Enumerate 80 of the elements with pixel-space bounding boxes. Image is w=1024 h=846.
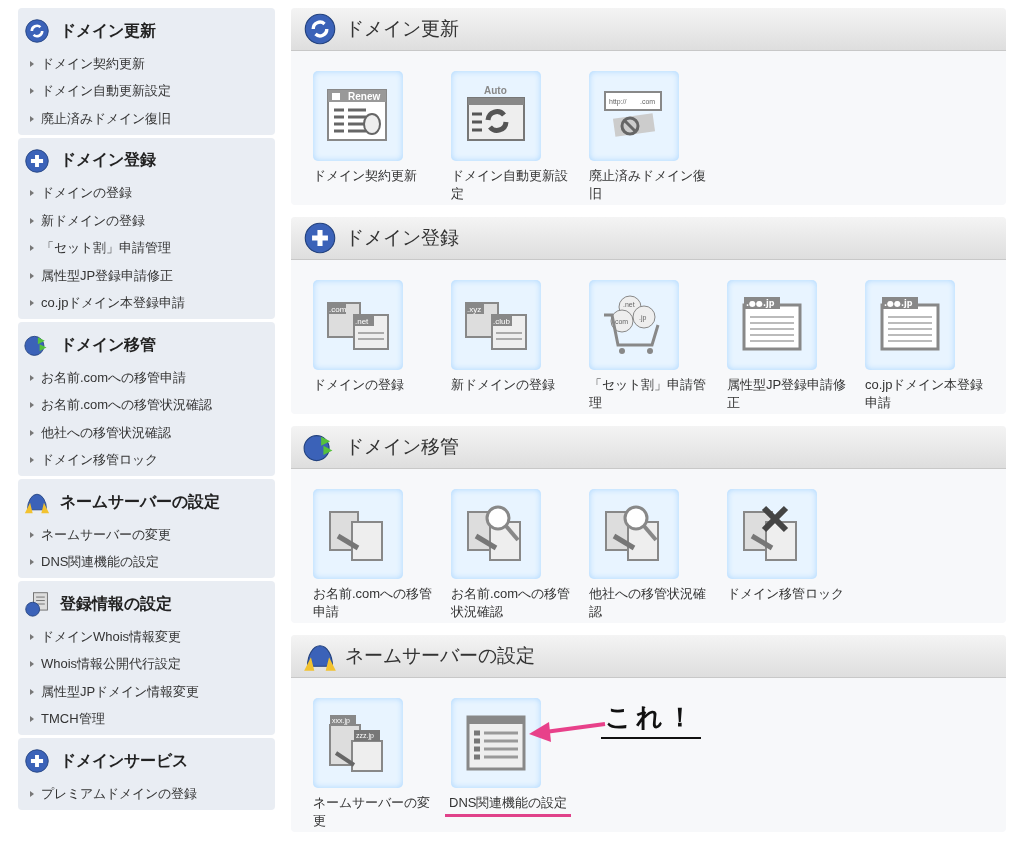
sidebar-link[interactable]: ドメイン自動更新設定	[18, 77, 275, 105]
tile-label[interactable]: 「セット割」申請管理	[589, 376, 711, 412]
refresh-icon	[24, 18, 50, 44]
sidebar-link[interactable]: ドメイン移管ロック	[18, 446, 275, 474]
plus-icon	[24, 748, 50, 774]
tile-label[interactable]: co.jpドメイン本登録申請	[865, 376, 987, 412]
domain-windows-drawing: .xyz .club	[464, 293, 528, 357]
sidebar-link[interactable]: ネームサーバーの変更	[18, 521, 275, 549]
document-globe-icon	[24, 591, 50, 617]
section-title: ドメイン更新	[345, 17, 459, 41]
bullet-icon	[30, 790, 34, 797]
plus-icon	[303, 221, 337, 255]
section-title: ネームサーバーの設定	[345, 644, 535, 668]
bullet-icon	[30, 115, 34, 122]
tile-label[interactable]: ドメイン移管ロック	[727, 585, 849, 603]
menu-tile-button[interactable]	[727, 489, 817, 579]
sidebar-link[interactable]: 新ドメインの登録	[18, 207, 275, 235]
menu-tile-button[interactable]	[451, 698, 541, 788]
sidebar-heading: ネームサーバーの設定	[60, 491, 220, 512]
sidebar-link[interactable]: ドメイン契約更新	[18, 50, 275, 78]
tile-label[interactable]: 新ドメインの登録	[451, 376, 573, 394]
bullet-icon	[30, 272, 34, 279]
bullet-icon	[30, 559, 34, 566]
bullet-icon	[30, 429, 34, 436]
tile-label[interactable]: ドメイン自動更新設定	[451, 167, 573, 203]
menu-tile-button[interactable]: .xyz .club	[451, 280, 541, 370]
section-title: ドメイン移管	[345, 435, 459, 459]
domain-windows-drawing: .com .net	[326, 293, 390, 357]
tile-label[interactable]: 廃止済みドメイン復旧	[589, 167, 711, 203]
sidebar-link[interactable]: ドメインWhois情報変更	[18, 623, 275, 651]
sidebar-heading: ドメインサービス	[60, 750, 188, 771]
plus-icon	[24, 147, 50, 174]
bullet-icon	[30, 661, 34, 668]
tile-label[interactable]: お名前.comへの移管申請	[313, 585, 435, 621]
bullet-icon	[30, 300, 34, 307]
bullet-icon	[30, 633, 34, 640]
menu-tile-button[interactable]: .●●.jp	[727, 280, 817, 370]
refresh-icon	[303, 12, 337, 46]
tile-label[interactable]: ドメインの登録	[313, 376, 435, 394]
sidebar-heading: ドメイン移管	[60, 334, 156, 355]
bullet-icon	[30, 688, 34, 695]
menu-tile-button[interactable]	[589, 489, 679, 579]
bullet-icon	[30, 716, 34, 723]
tile-label[interactable]: ドメイン契約更新	[313, 167, 435, 185]
sidebar-link[interactable]: 他社への移管状況確認	[18, 419, 275, 447]
bullet-icon	[30, 245, 34, 252]
menu-tile-button[interactable]: .com .net	[313, 280, 403, 370]
bullet-icon	[30, 374, 34, 381]
sidebar-link[interactable]: プレミアムドメインの登録	[18, 780, 275, 808]
sidebar-link[interactable]: ドメインの登録	[18, 179, 275, 207]
sidebar-link[interactable]: 廃止済みドメイン復旧	[18, 105, 275, 133]
sidebar-link[interactable]: 属性型JP登録申請修正	[18, 262, 275, 290]
section-title: ドメイン登録	[345, 226, 459, 250]
bullet-icon	[30, 531, 34, 538]
tile-label[interactable]: 他社への移管状況確認	[589, 585, 711, 621]
bullet-icon	[30, 457, 34, 464]
annotation-text: これ！	[601, 700, 701, 739]
bullet-icon	[30, 402, 34, 409]
menu-tile-button[interactable]	[313, 489, 403, 579]
bullet-icon	[30, 60, 34, 67]
sidebar-link[interactable]: お名前.comへの移管状況確認	[18, 391, 275, 419]
sidebar-heading: ドメイン更新	[60, 20, 156, 41]
sidebar-link[interactable]: co.jpドメイン本登録申請	[18, 289, 275, 317]
menu-tile-button[interactable]	[451, 489, 541, 579]
sidebar-link[interactable]: お名前.comへの移管申請	[18, 364, 275, 392]
sidebar-heading: 登録情報の設定	[60, 593, 172, 614]
tile-label[interactable]: 属性型JP登録申請修正	[727, 376, 849, 412]
bullet-icon	[30, 217, 34, 224]
sidebar-link[interactable]: 「セット割」申請管理	[18, 234, 275, 262]
sidebar-heading: ドメイン登録	[60, 150, 156, 170]
sidebar-link[interactable]: Whois情報公開代行設定	[18, 650, 275, 678]
sidebar-link[interactable]: DNS関連機能の設定	[18, 548, 275, 576]
tile-label[interactable]: DNS関連機能の設定	[445, 794, 572, 817]
sidebar-link[interactable]: TMCH管理	[18, 705, 275, 733]
bullet-icon	[30, 190, 34, 197]
tile-label[interactable]: お名前.comへの移管状況確認	[451, 585, 573, 621]
bullet-icon	[30, 88, 34, 95]
menu-tile-button[interactable]: .●●.jp	[865, 280, 955, 370]
tile-label[interactable]: ネームサーバーの変更	[313, 794, 435, 830]
sidebar-link[interactable]: 属性型JPドメイン情報変更	[18, 678, 275, 706]
